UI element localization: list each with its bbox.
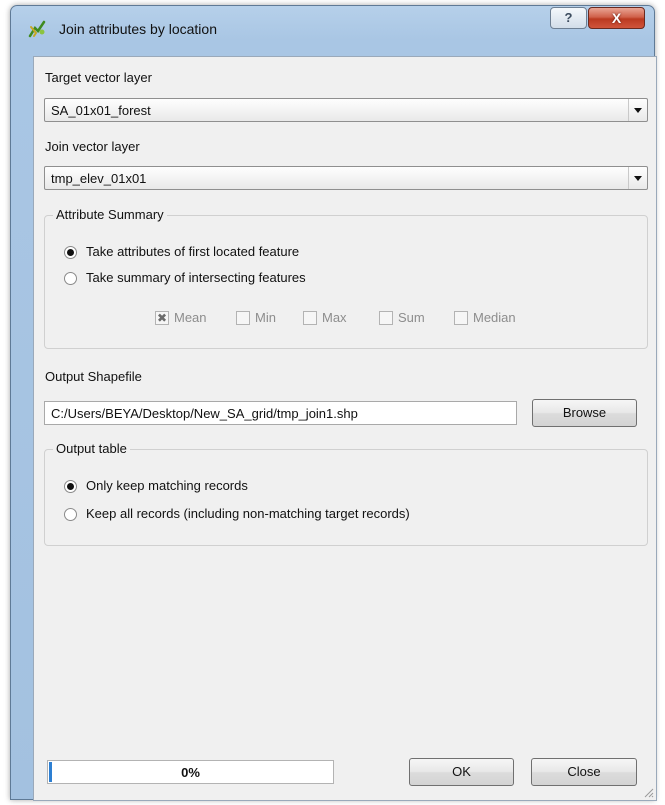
join-layer-value: tmp_elev_01x01 (51, 171, 147, 186)
checkbox-icon[interactable] (454, 311, 468, 325)
progress-text: 0% (181, 765, 200, 780)
target-layer-label: Target vector layer (45, 70, 152, 85)
radio-button[interactable] (64, 480, 77, 493)
progress-bar: 0% (47, 760, 334, 784)
checkbox-label: Sum (398, 310, 425, 325)
radio-label: Take attributes of first located feature (86, 244, 300, 259)
radio-button[interactable] (64, 508, 77, 521)
checkbox-label: Min (255, 310, 276, 325)
target-layer-value: SA_01x01_forest (51, 103, 151, 118)
radio-label: Keep all records (including non-matching… (86, 506, 410, 521)
chevron-down-icon[interactable] (628, 167, 647, 189)
radio-button[interactable] (64, 272, 77, 285)
output-path-field[interactable] (45, 402, 516, 424)
radio-label: Only keep matching records (86, 478, 248, 493)
output-shapefile-label: Output Shapefile (45, 369, 142, 384)
dialog-title: Join attributes by location (59, 21, 217, 37)
target-layer-select[interactable]: SA_01x01_forest (44, 98, 648, 122)
radio-button[interactable] (64, 246, 77, 259)
output-shapefile-input[interactable] (44, 401, 517, 425)
checkbox-icon[interactable] (379, 311, 393, 325)
join-layer-select[interactable]: tmp_elev_01x01 (44, 166, 648, 190)
qgis-tool-icon (28, 20, 46, 38)
checkbox-checked-icon[interactable]: ✖ (155, 311, 169, 325)
checkbox-label: Mean (174, 310, 207, 325)
browse-button[interactable]: Browse (532, 399, 637, 427)
attribute-summary-title: Attribute Summary (53, 207, 167, 222)
window-close-button[interactable]: X (588, 7, 645, 29)
close-button[interactable]: Close (531, 758, 637, 786)
help-button[interactable]: ? (550, 7, 587, 29)
chevron-down-icon[interactable] (628, 99, 647, 121)
checkbox-icon[interactable] (236, 311, 250, 325)
output-table-group: Output table Only keep matching records … (44, 441, 648, 546)
checkbox-icon[interactable] (303, 311, 317, 325)
checkbox-label: Max (322, 310, 347, 325)
resize-grip-icon[interactable] (642, 786, 654, 798)
radio-label: Take summary of intersecting features (86, 270, 306, 285)
dialog-body: Target vector layer SA_01x01_forest Join… (33, 56, 657, 801)
checkbox-label: Median (473, 310, 516, 325)
join-layer-label: Join vector layer (45, 139, 140, 154)
dialog-window: Join attributes by location ? X Target v… (10, 5, 657, 801)
ok-button[interactable]: OK (409, 758, 514, 786)
output-table-title: Output table (53, 441, 130, 456)
attribute-summary-group: Attribute Summary Take attributes of fir… (44, 207, 648, 349)
